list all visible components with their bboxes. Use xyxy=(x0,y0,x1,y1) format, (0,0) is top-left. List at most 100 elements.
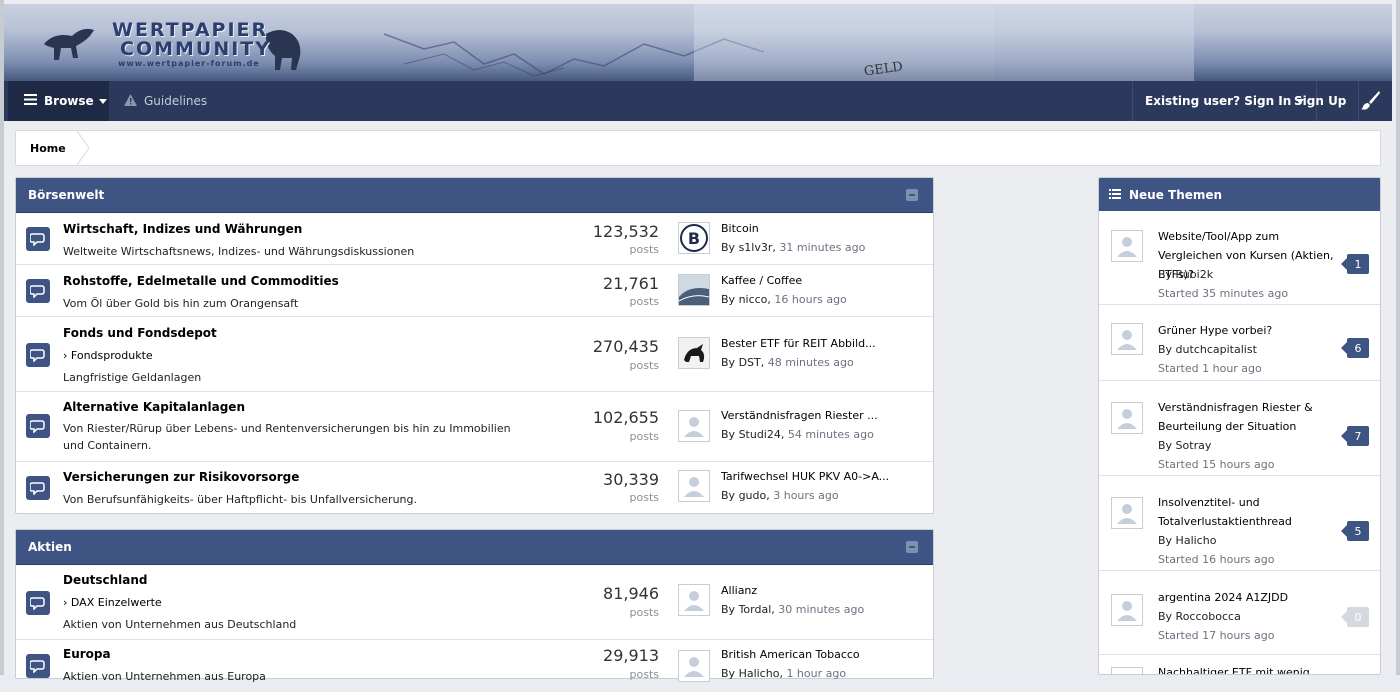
sign-up-button[interactable]: Sign Up xyxy=(1282,81,1360,121)
forum-description: Vom Öl über Gold bis hin zum Orangensaft xyxy=(63,297,299,310)
collapse-icon[interactable] xyxy=(906,189,918,201)
svg-text:B: B xyxy=(688,229,700,248)
guidelines-link[interactable]: Guidelines xyxy=(124,81,207,121)
last-post-title[interactable]: Verständnisfragen Riester ... xyxy=(721,409,878,422)
last-post-time: 3 hours ago xyxy=(773,489,839,502)
topic-item: argentina 2024 A1ZJDD By Roccobocca Star… xyxy=(1099,571,1380,655)
last-poster-avatar[interactable] xyxy=(678,410,710,442)
last-post-user[interactable]: gudo xyxy=(739,489,767,502)
posts-label: posts xyxy=(629,606,660,619)
theme-brush-button[interactable] xyxy=(1349,81,1392,121)
reply-count-badge: 7 xyxy=(1341,426,1369,446)
forum-chat-icon xyxy=(26,476,50,500)
topic-author[interactable]: By Roccobocca xyxy=(1158,607,1241,626)
topic-author[interactable]: By Halicho xyxy=(1158,531,1216,550)
posts-label: posts xyxy=(629,243,660,256)
breadcrumb-home[interactable]: Home xyxy=(16,131,80,165)
topic-avatar[interactable] xyxy=(1111,230,1143,262)
posts-label: posts xyxy=(629,430,660,443)
forum-chat-icon xyxy=(26,227,50,251)
forum-description: Aktien von Unternehmen aus Europa xyxy=(63,670,266,683)
last-poster-avatar[interactable] xyxy=(678,274,710,306)
section-header: Börsenwelt xyxy=(16,178,933,213)
last-poster-avatar[interactable] xyxy=(678,337,710,369)
forum-row: Wirtschaft, Indizes und Währungen Weltwe… xyxy=(16,213,933,265)
last-post-time: 54 minutes ago xyxy=(787,428,874,441)
topic-title[interactable]: argentina 2024 A1ZJDD xyxy=(1158,588,1338,607)
posts-label: posts xyxy=(629,359,660,372)
topic-title[interactable]: Grüner Hype vorbei? xyxy=(1158,321,1338,340)
forum-title[interactable]: Europa xyxy=(63,647,111,661)
section-title[interactable]: Aktien xyxy=(28,540,72,554)
topic-started: Started 15 hours ago xyxy=(1158,458,1275,471)
widget-title: Neue Themen xyxy=(1129,187,1223,202)
main-nav: Browse Guidelines Existing user? Sign In… xyxy=(4,81,1392,121)
last-post-time: 16 hours ago xyxy=(774,293,847,306)
topic-avatar[interactable] xyxy=(1111,402,1143,434)
topic-author[interactable]: By dutchcapitalist xyxy=(1158,340,1257,359)
last-post-title[interactable]: Bester ETF für REIT Abbild... xyxy=(721,337,876,350)
last-poster-avatar[interactable]: B xyxy=(678,222,710,254)
last-poster-avatar[interactable] xyxy=(678,584,710,616)
forum-chat-icon xyxy=(26,343,50,367)
last-post-user[interactable]: Studi24 xyxy=(739,428,781,441)
last-poster-avatar[interactable] xyxy=(678,650,710,682)
last-post-meta: By Halicho, 1 hour ago xyxy=(721,667,847,680)
last-post-meta: By s1lv3r, 31 minutes ago xyxy=(721,241,866,254)
chevron-right-icon: › xyxy=(63,349,71,362)
post-count: 29,913 xyxy=(603,646,659,665)
last-post-title[interactable]: British American Tobacco xyxy=(721,648,860,661)
chevron-right-icon: › xyxy=(63,596,71,609)
topic-avatar[interactable] xyxy=(1111,667,1143,674)
last-post-user[interactable]: Tordal xyxy=(739,603,772,616)
breadcrumb: Home xyxy=(15,130,1381,166)
forum-row: Alternative Kapitalanlagen Von Riester/R… xyxy=(16,392,933,462)
sign-up-label: Sign Up xyxy=(1294,94,1347,108)
forum-row: Versicherungen zur Risikovorsorge Von Be… xyxy=(16,462,933,514)
forum-title[interactable]: Wirtschaft, Indizes und Währungen xyxy=(63,222,302,236)
last-post-user[interactable]: DST xyxy=(739,356,761,369)
logo-line-2[interactable]: COMMUNITY xyxy=(120,40,271,59)
last-post-title[interactable]: Bitcoin xyxy=(721,222,759,235)
collapse-icon[interactable] xyxy=(906,541,918,553)
topic-title[interactable]: Verständnisfragen Riester & Beurteilung … xyxy=(1158,398,1338,436)
topic-started: Started 16 hours ago xyxy=(1158,553,1275,566)
topic-author[interactable]: By Sotray xyxy=(1158,436,1211,455)
forum-title[interactable]: Deutschland xyxy=(63,573,148,587)
last-post-title[interactable]: Tarifwechsel HUK PKV A0->A... xyxy=(721,470,889,483)
topic-avatar[interactable] xyxy=(1111,497,1143,529)
last-post-title[interactable]: Kaffee / Coffee xyxy=(721,274,802,287)
last-post-user[interactable]: s1lv3r xyxy=(739,241,773,254)
topic-started: Started 17 hours ago xyxy=(1158,629,1275,642)
post-count: 81,946 xyxy=(603,584,659,603)
warning-icon xyxy=(124,93,137,109)
browse-menu-button[interactable]: Browse xyxy=(8,81,109,121)
last-post-title[interactable]: Allianz xyxy=(721,584,757,597)
reply-count-badge: 0 xyxy=(1341,607,1369,627)
forum-row: Europa Aktien von Unternehmen aus Europa… xyxy=(16,640,933,692)
forum-title[interactable]: Fonds und Fondsdepot xyxy=(63,326,217,340)
widget-header: Neue Themen xyxy=(1099,178,1380,211)
reply-count-badge: 6 xyxy=(1341,338,1369,358)
posts-label: posts xyxy=(629,491,660,504)
section-title[interactable]: Börsenwelt xyxy=(28,188,104,202)
forum-chat-icon xyxy=(26,279,50,303)
subforum-link[interactable]: › Fondsprodukte xyxy=(63,349,153,362)
forum-title[interactable]: Versicherungen zur Risikovorsorge xyxy=(63,470,299,484)
post-count: 30,339 xyxy=(603,470,659,489)
topic-avatar[interactable] xyxy=(1111,594,1143,626)
topic-avatar[interactable] xyxy=(1111,323,1143,355)
topic-title[interactable]: Nachhaltiger ETF mit wenig xyxy=(1158,663,1358,674)
subforum-link[interactable]: › DAX Einzelwerte xyxy=(63,596,162,609)
forum-title[interactable]: Rohstoffe, Edelmetalle und Commodities xyxy=(63,274,339,288)
topic-title[interactable]: Insolvenztitel- und Totalverlustaktienth… xyxy=(1158,493,1338,531)
last-post-time: 48 minutes ago xyxy=(767,356,854,369)
forum-description: Von Berufsunfähigkeits- über Haftpflicht… xyxy=(63,493,418,506)
forum-row: Deutschland › DAX Einzelwerte Aktien von… xyxy=(16,565,933,640)
last-poster-avatar[interactable] xyxy=(678,470,710,502)
forum-title[interactable]: Alternative Kapitalanlagen xyxy=(63,400,245,414)
logo-url: www.wertpapier-forum.de xyxy=(118,59,260,68)
last-post-user[interactable]: Halicho xyxy=(739,667,780,680)
last-post-user[interactable]: nicco xyxy=(739,293,768,306)
topic-author[interactable]: By Rubi2k xyxy=(1158,265,1213,284)
